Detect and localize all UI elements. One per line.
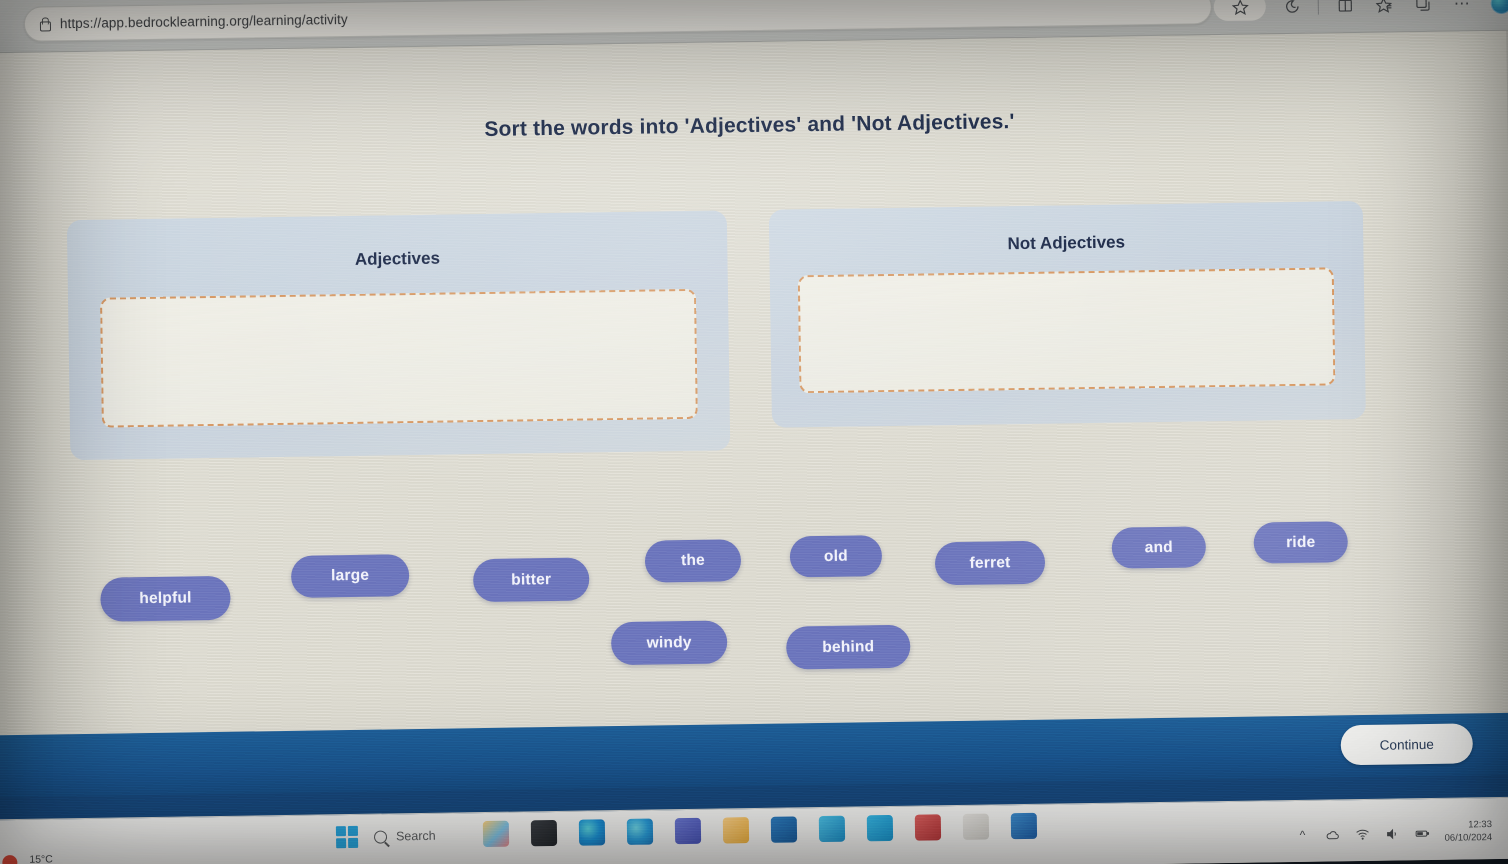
drop-zone-adjectives-title: Adjectives	[354, 248, 441, 269]
drop-zone-not-adjectives-title: Not Adjectives	[1007, 232, 1126, 254]
browser-toolbar-icons: ⋯	[1213, 0, 1508, 28]
word-chip-ferret[interactable]: ferret	[934, 540, 1046, 586]
share-app-icon[interactable]	[866, 814, 894, 842]
clock-time: 12:33	[1468, 819, 1493, 831]
office-icon[interactable]	[770, 816, 798, 843]
mail-icon[interactable]	[818, 815, 846, 843]
edge-browser-icon-2[interactable]	[626, 818, 654, 845]
split-screen-icon[interactable]	[1332, 0, 1358, 18]
microsoft-teams-icon[interactable]	[674, 817, 702, 845]
word-chip-the[interactable]: the	[644, 539, 742, 583]
drop-area-adjectives[interactable]	[99, 288, 698, 428]
system-tray: ^ 12:33 06/10/2024	[1294, 819, 1508, 848]
address-bar[interactable]: https://app.bedrocklearning.org/learning…	[23, 0, 1213, 42]
word-chip-behind[interactable]: behind	[785, 624, 911, 670]
word-chip-helpful[interactable]: helpful	[100, 575, 231, 622]
monitor-screen: ‹ https://app.bedrocklearning.org/learni…	[0, 0, 1508, 864]
drop-zone-adjectives[interactable]: Adjectives	[66, 210, 731, 461]
search-icon	[373, 829, 388, 844]
toolbar-divider	[1317, 0, 1319, 15]
adobe-acrobat-icon[interactable]	[962, 813, 990, 840]
word-chip-large[interactable]: large	[290, 554, 410, 598]
weather-icon	[0, 854, 23, 864]
photographed-screen: ‹ https://app.bedrocklearning.org/learni…	[0, 0, 1508, 864]
volume-icon[interactable]	[1384, 826, 1400, 842]
continue-button[interactable]: Continue	[1340, 723, 1474, 766]
taskbar-app-icons	[482, 812, 1038, 848]
browser-essentials-icon[interactable]	[1410, 0, 1436, 17]
show-hidden-icons-chevron[interactable]: ^	[1294, 827, 1310, 843]
task-view-icon[interactable]	[530, 819, 558, 847]
firefox-shield-icon[interactable]	[914, 814, 942, 841]
word-chip-bank: helpful large bitter the old ferret and ride win…	[0, 461, 1508, 684]
favorites-star-icon[interactable]	[1213, 0, 1267, 22]
onedrive-cloud-icon[interactable]	[1324, 827, 1340, 843]
word-chip-bitter[interactable]: bitter	[472, 557, 590, 603]
edge-browser-icon[interactable]	[578, 819, 606, 846]
wifi-icon[interactable]	[1354, 826, 1370, 842]
settings-more-icon[interactable]: ⋯	[1449, 0, 1475, 17]
weather-temperature: 15°C	[29, 853, 53, 864]
lock-icon	[39, 17, 50, 31]
taskbar-search-input[interactable]: Search	[368, 821, 496, 851]
windows-start-icon[interactable]	[335, 825, 359, 849]
microsoft-word-icon[interactable]	[1010, 812, 1038, 840]
taskbar-weather-widget[interactable]: 15°C Mostly cloudy	[0, 853, 87, 864]
battery-icon[interactable]	[1414, 825, 1430, 841]
activity-page: Sort the words into 'Adjectives' and 'No…	[0, 30, 1508, 864]
drop-zones: Adjectives Not Adjectives	[0, 199, 1508, 482]
drop-area-not-adjectives[interactable]	[797, 267, 1336, 394]
url-text: https://app.bedrocklearning.org/learning…	[59, 11, 348, 32]
taskbar-search-placeholder: Search	[395, 828, 436, 844]
page-title: Sort the words into 'Adjectives' and 'No…	[484, 110, 1015, 141]
word-chip-old[interactable]: old	[789, 535, 883, 578]
file-explorer-icon[interactable]	[722, 817, 750, 844]
word-chip-ride[interactable]: ride	[1253, 521, 1349, 564]
profile-avatar[interactable]	[1488, 0, 1508, 16]
copilot-icon[interactable]	[1279, 0, 1305, 19]
drop-zone-not-adjectives[interactable]: Not Adjectives	[768, 200, 1366, 428]
taskbar-clock[interactable]: 12:33 06/10/2024	[1444, 819, 1493, 845]
widgets-icon[interactable]	[482, 820, 510, 848]
word-chip-windy[interactable]: windy	[610, 620, 728, 666]
add-favorite-icon[interactable]	[1371, 0, 1397, 18]
word-chip-and[interactable]: and	[1111, 526, 1207, 569]
clock-date: 06/10/2024	[1444, 832, 1493, 844]
taskbar-start-area: Search	[335, 821, 496, 851]
